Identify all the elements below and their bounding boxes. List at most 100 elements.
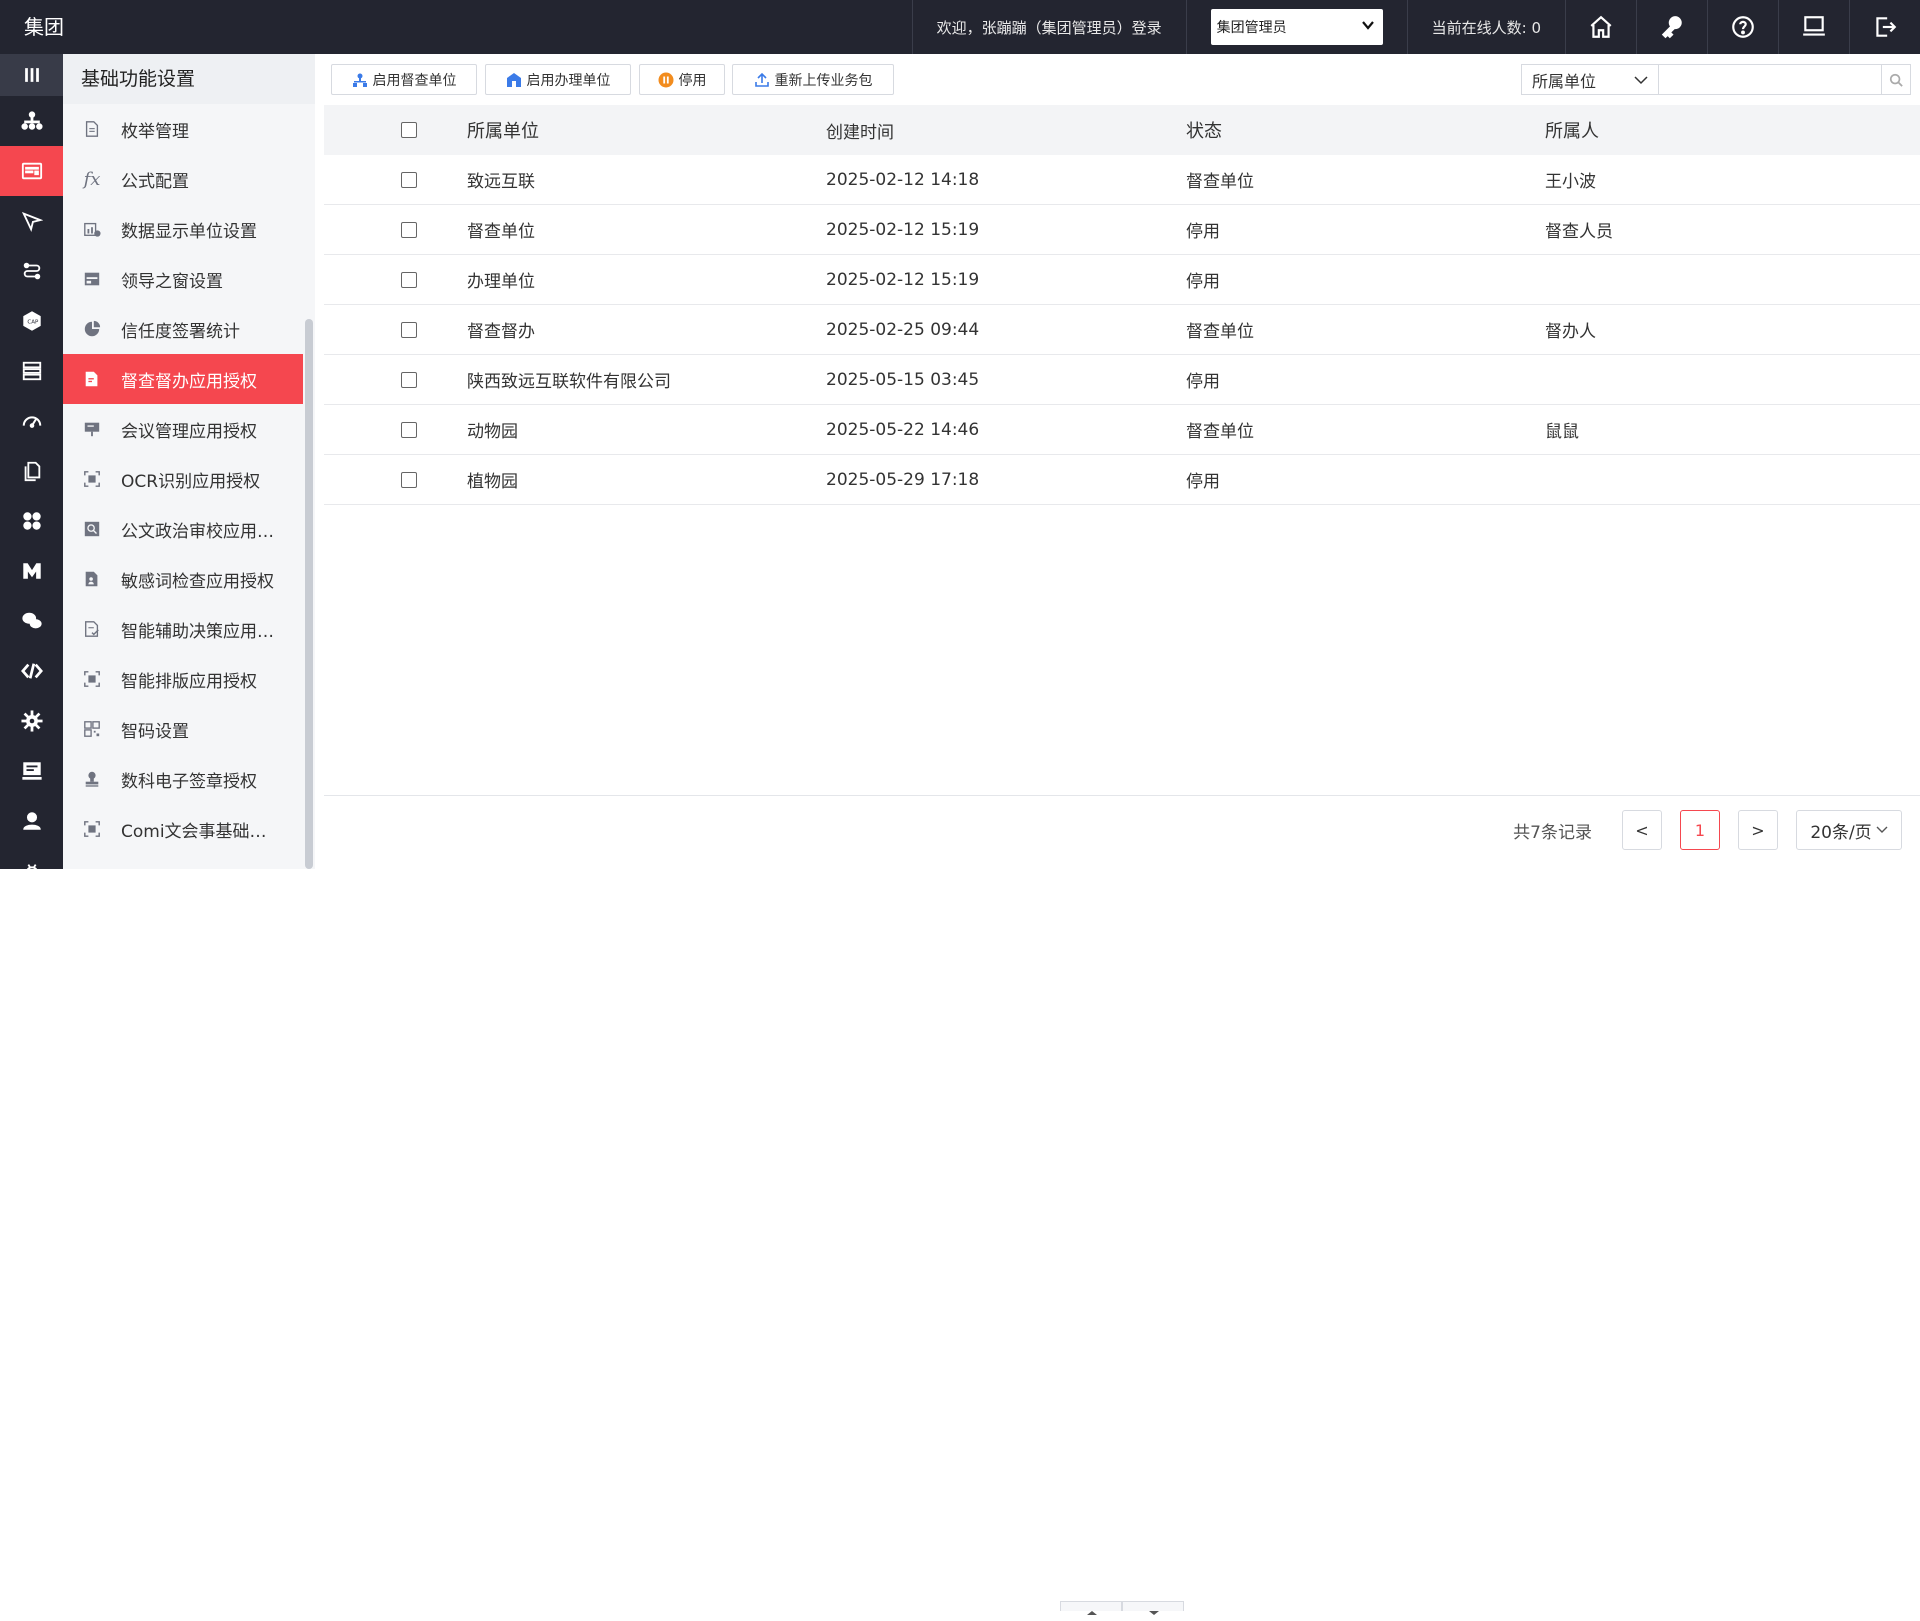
code-icon[interactable] xyxy=(0,646,63,696)
reupload-package-button[interactable]: 重新上传业务包 xyxy=(732,64,894,95)
search-icon[interactable] xyxy=(1881,64,1911,95)
sidebar-item-label: 数据显示单位设置 xyxy=(121,221,257,242)
cell-owner: 督办人 xyxy=(1545,322,1596,342)
sidebar-scrollbar-thumb[interactable] xyxy=(305,319,313,869)
table-row[interactable]: 办理单位 2025-02-12 15:19 停用 xyxy=(324,255,1920,305)
column-header-created-time[interactable]: 创建时间 xyxy=(826,118,1186,143)
row-checkbox[interactable] xyxy=(324,171,467,188)
cell-unit: 督查督办 xyxy=(467,322,535,342)
filter-field-select[interactable]: 所属单位 xyxy=(1521,64,1659,95)
sidebar-item-enum-management[interactable]: 枚举管理 xyxy=(63,104,303,154)
gauge-icon[interactable] xyxy=(0,396,63,446)
document-icon xyxy=(81,118,103,140)
row-checkbox[interactable] xyxy=(324,221,467,238)
cell-status: 停用 xyxy=(1186,372,1220,392)
filter-field-value: 所属单位 xyxy=(1532,71,1597,91)
m-icon[interactable] xyxy=(0,546,63,596)
sidebar-item-meeting-auth[interactable]: 会议管理应用授权 xyxy=(63,404,303,454)
collapse-down-handle[interactable] xyxy=(1122,1601,1184,1615)
doc-check-icon xyxy=(81,618,103,640)
sidebar-item-decision-auth[interactable]: 智能辅助决策应用… xyxy=(63,604,303,654)
building-icon xyxy=(506,72,522,88)
row-checkbox[interactable] xyxy=(324,421,467,438)
org-tree-icon[interactable] xyxy=(0,96,63,146)
monitor-icon[interactable] xyxy=(0,746,63,796)
select-all-checkbox[interactable] xyxy=(324,122,467,138)
chat-icon[interactable] xyxy=(0,596,63,646)
row-checkbox[interactable] xyxy=(324,271,467,288)
row-checkbox[interactable] xyxy=(324,321,467,338)
sidebar-item-ocr-auth[interactable]: OCR识别应用授权 xyxy=(63,454,303,504)
apps-icon[interactable] xyxy=(0,496,63,546)
sidebar-item-data-unit[interactable]: 数据显示单位设置 xyxy=(63,204,303,254)
sidebar-item-sensitive-words-auth[interactable]: 敏感词检查应用授权 xyxy=(63,554,303,604)
user-icon[interactable] xyxy=(0,796,63,846)
cell-created-time: 2025-02-12 15:19 xyxy=(826,219,980,240)
settings-gear-icon[interactable] xyxy=(0,696,63,746)
monitor-icon[interactable] xyxy=(1778,0,1849,54)
sidebar-item-e-seal-auth[interactable]: 数科电子签章授权 xyxy=(63,754,303,804)
sidebar: 基础功能设置 枚举管理 fx 公式配置 数据显示单位设置 领导之窗设置 信任度签… xyxy=(63,54,315,869)
sidebar-item-comi[interactable]: Comi文会事基础… xyxy=(63,804,303,854)
main-content: 启用督查单位 启用办理单位 停用 重新上传业务包 所属单位 所属单位 创建时间 … xyxy=(324,54,1920,1615)
column-header-unit[interactable]: 所属单位 xyxy=(467,117,826,143)
sidebar-item-label: 智码设置 xyxy=(121,721,189,742)
cell-status: 停用 xyxy=(1186,272,1220,292)
table-row[interactable]: 植物园 2025-05-29 17:18 停用 xyxy=(324,455,1920,505)
table-row[interactable]: 动物园 2025-05-22 14:46 督查单位 鼠鼠 xyxy=(324,405,1920,455)
sidebar-item-leader-window[interactable]: 领导之窗设置 xyxy=(63,254,303,304)
table-header: 所属单位 创建时间 状态 所属人 xyxy=(324,105,1920,155)
sidebar-item-label: 公式配置 xyxy=(121,171,189,192)
sidebar-item-supervision-auth[interactable]: 督查督办应用授权 xyxy=(63,354,303,404)
sidebar-item-label: 信任度签署统计 xyxy=(121,321,240,342)
cell-unit: 陕西致远互联软件有限公司 xyxy=(467,372,671,392)
pause-icon xyxy=(658,72,674,88)
route-icon[interactable] xyxy=(0,246,63,296)
form-icon[interactable] xyxy=(0,146,63,196)
brand-title: 集团 xyxy=(24,15,64,39)
next-page-button[interactable]: > xyxy=(1738,810,1778,850)
key-icon[interactable] xyxy=(1636,0,1707,54)
logout-icon[interactable] xyxy=(1849,0,1920,54)
prev-page-button[interactable]: < xyxy=(1622,810,1662,850)
table-row[interactable]: 督查单位 2025-02-12 15:19 停用 督查人员 xyxy=(324,205,1920,255)
row-checkbox[interactable] xyxy=(324,371,467,388)
copy-icon[interactable] xyxy=(0,446,63,496)
sidebar-item-formula[interactable]: fx 公式配置 xyxy=(63,154,303,204)
top-bar: 集团 欢迎，张蹦蹦（集团管理员）登录 集团管理员 当前在线人数: 0 xyxy=(0,0,1920,54)
search-input[interactable] xyxy=(1659,64,1881,95)
row-checkbox[interactable] xyxy=(324,471,467,488)
sidebar-item-smart-code[interactable]: 智码设置 xyxy=(63,704,303,754)
table-row[interactable]: 督查督办 2025-02-25 09:44 督查单位 督办人 xyxy=(324,305,1920,355)
disable-button[interactable]: 停用 xyxy=(639,64,725,95)
page-number-button[interactable]: 1 xyxy=(1680,810,1720,850)
sidebar-item-typesetting-auth[interactable]: 智能排版应用授权 xyxy=(63,654,303,704)
enable-supervision-unit-button[interactable]: 启用督查单位 xyxy=(331,64,477,95)
table-row[interactable]: 致远互联 2025-02-12 14:18 督查单位 王小波 xyxy=(324,155,1920,205)
menu-icon[interactable] xyxy=(0,54,63,96)
pen-tool-icon[interactable] xyxy=(0,196,63,246)
sidebar-list: 枚举管理 fx 公式配置 数据显示单位设置 领导之窗设置 信任度签署统计 督查督… xyxy=(63,104,303,854)
sidebar-item-label: Comi文会事基础… xyxy=(121,821,267,842)
sidebar-item-trust-stats[interactable]: 信任度签署统计 xyxy=(63,304,303,354)
cell-status: 督查单位 xyxy=(1186,322,1254,342)
enable-handling-unit-button[interactable]: 启用办理单位 xyxy=(485,64,631,95)
sidebar-item-doc-review-auth[interactable]: 公文政治审校应用… xyxy=(63,504,303,554)
role-select[interactable]: 集团管理员 xyxy=(1210,9,1383,45)
help-icon[interactable] xyxy=(1707,0,1778,54)
column-header-status[interactable]: 状态 xyxy=(1186,117,1545,143)
chevron-down-icon xyxy=(1876,826,1888,834)
home-icon[interactable] xyxy=(1565,0,1636,54)
cell-created-time: 2025-02-12 15:19 xyxy=(826,269,980,290)
cap-icon[interactable]: CAP xyxy=(0,296,63,346)
cell-unit: 办理单位 xyxy=(467,272,535,292)
bug-icon[interactable] xyxy=(0,846,63,896)
table-footer: 共7条记录 < 1 > 20条/页 xyxy=(324,795,1920,1615)
database-icon[interactable] xyxy=(0,346,63,396)
collapse-up-handle[interactable] xyxy=(1060,1601,1122,1615)
column-header-owner[interactable]: 所属人 xyxy=(1545,117,1845,143)
cell-created-time: 2025-02-25 09:44 xyxy=(826,319,980,340)
chart-gear-icon xyxy=(81,218,103,240)
table-row[interactable]: 陕西致远互联软件有限公司 2025-05-15 03:45 停用 xyxy=(324,355,1920,405)
page-size-select[interactable]: 20条/页 xyxy=(1796,810,1902,850)
